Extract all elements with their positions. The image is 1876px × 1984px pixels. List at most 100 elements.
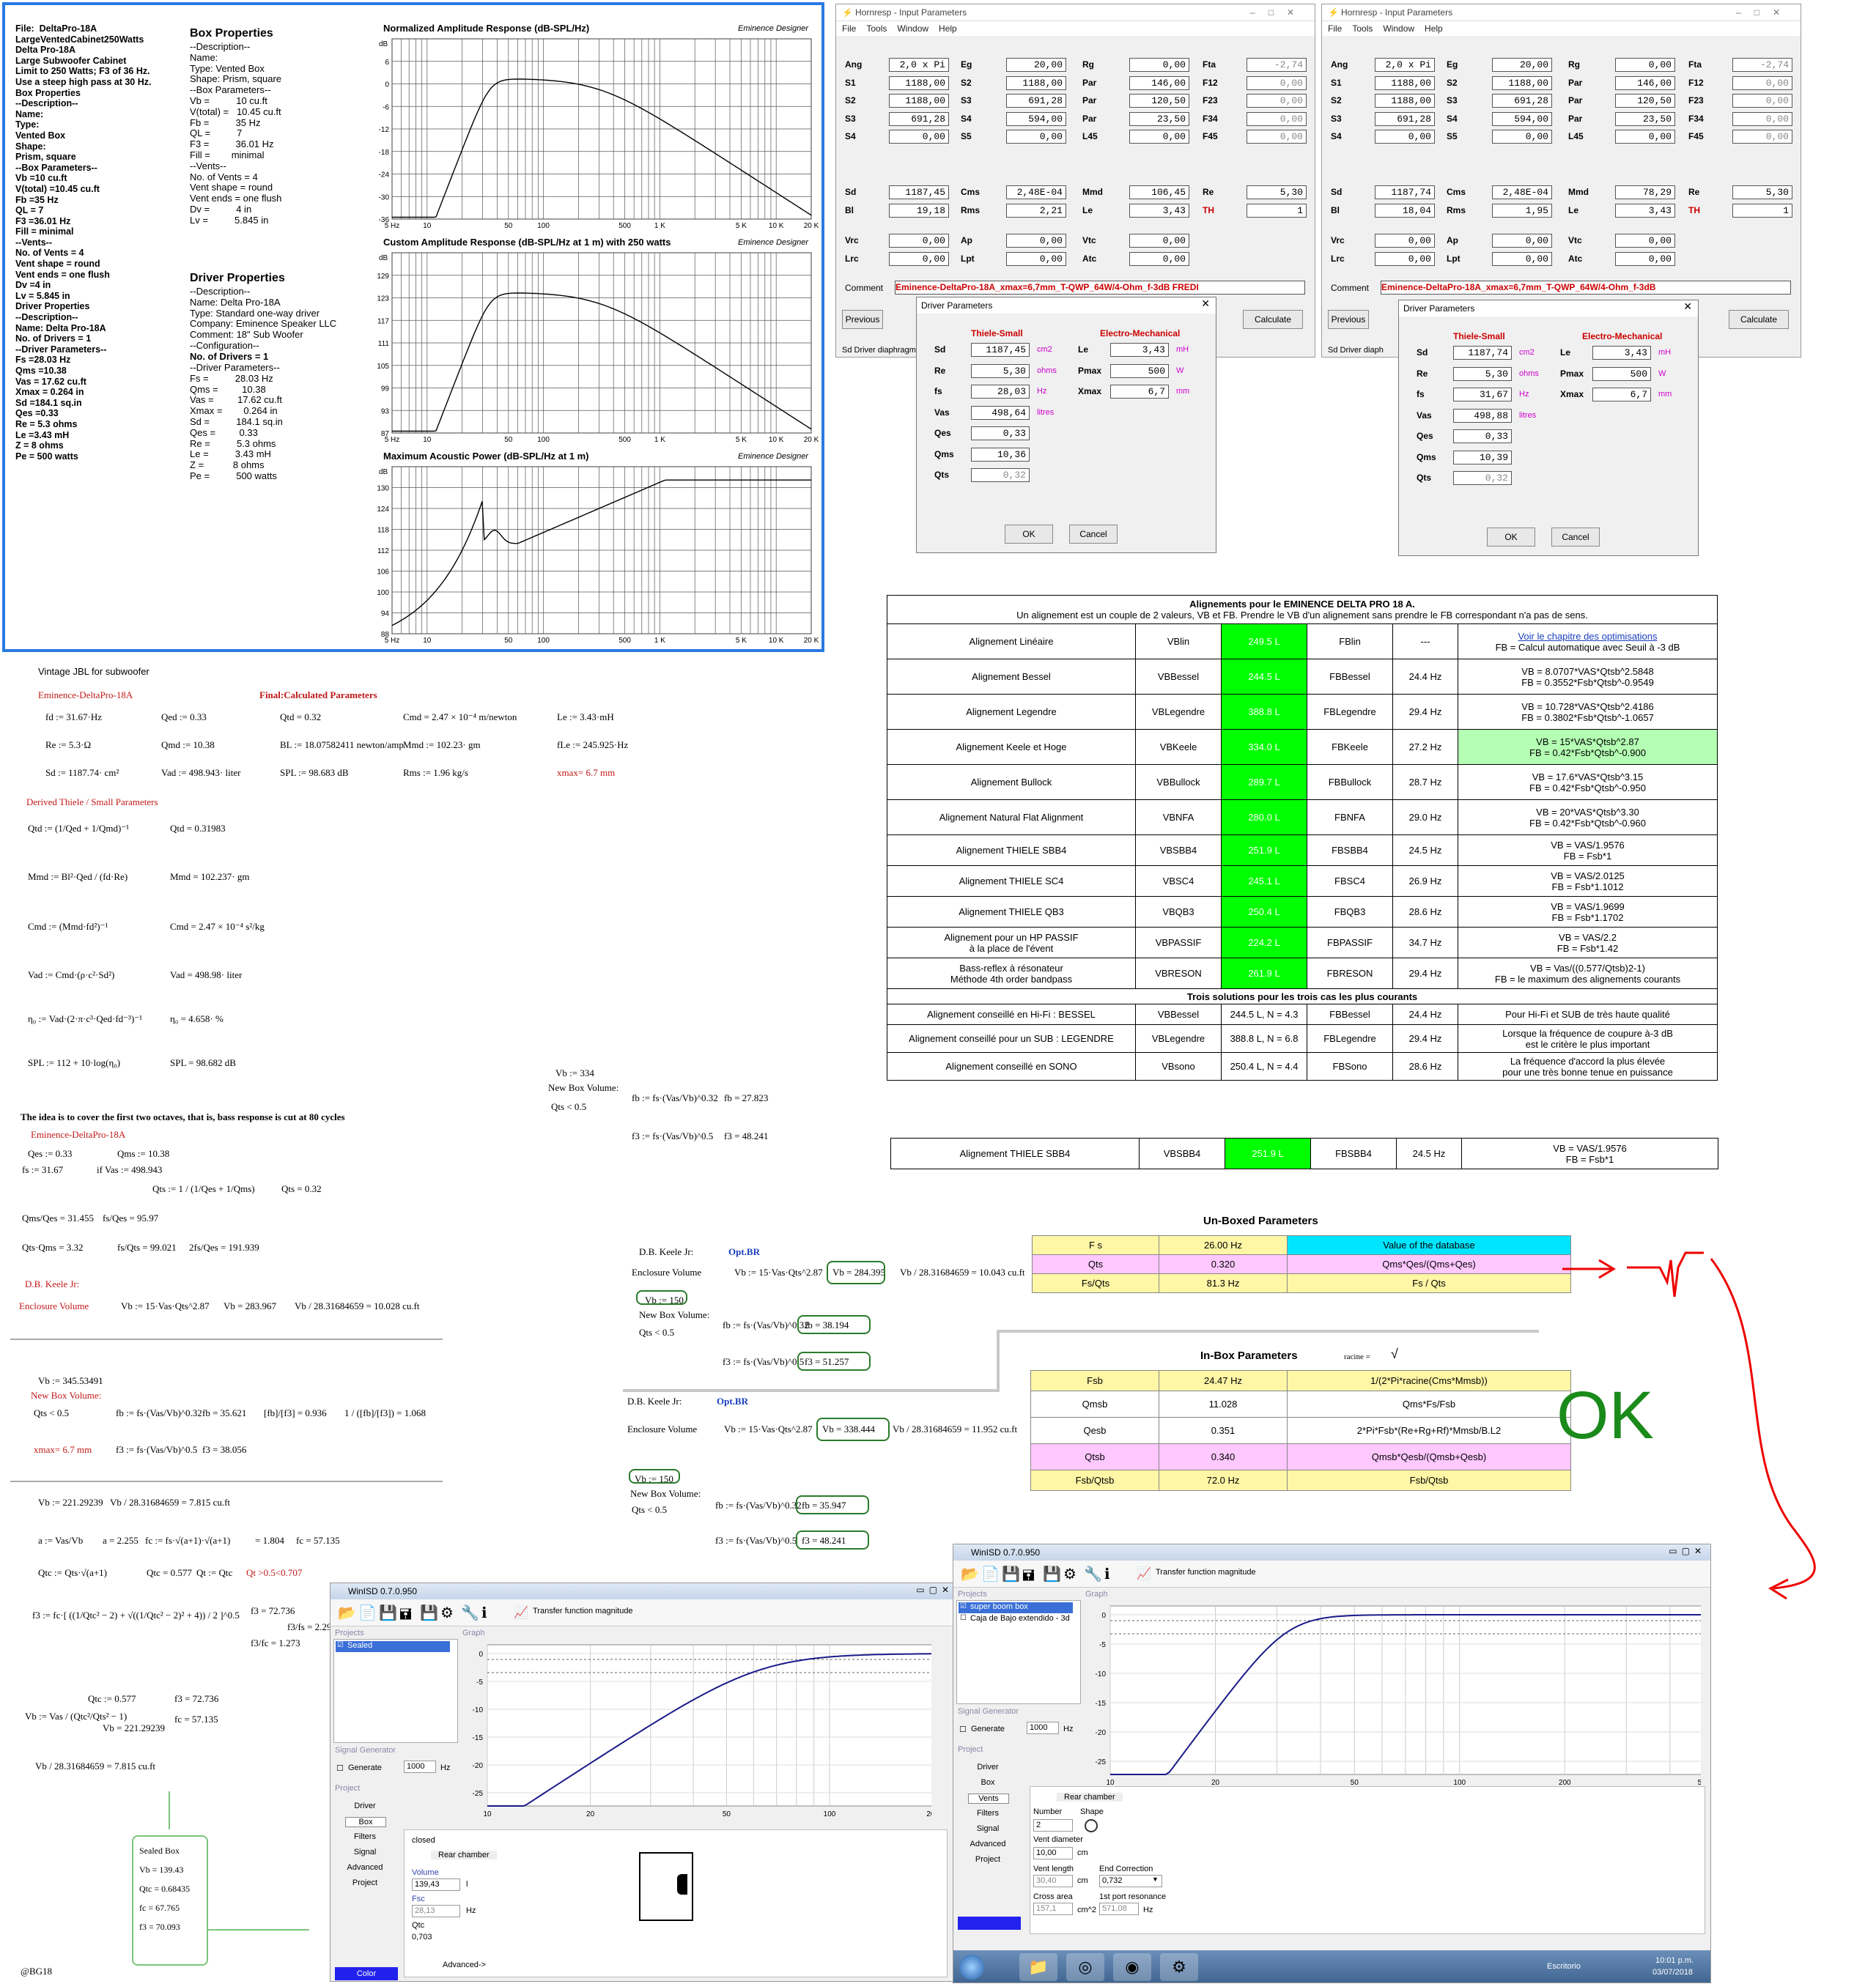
open-icon[interactable]: 📂 bbox=[961, 1565, 979, 1583]
checkbox-icon[interactable]: ☐ bbox=[959, 1725, 967, 1734]
project-item[interactable]: ☐ Caja de Bajo extendido - 3d bbox=[959, 1614, 1070, 1625]
dlg-param-field[interactable]: 0,33 bbox=[1453, 429, 1512, 443]
close-icon[interactable]: ✕ bbox=[1683, 300, 1692, 313]
dlg-param-field[interactable]: 500 bbox=[1110, 363, 1169, 378]
param-field[interactable]: 2,0 x Pi bbox=[889, 58, 949, 72]
menu-item[interactable]: Help bbox=[939, 23, 957, 34]
dlg-param-field[interactable]: 1187,45 bbox=[971, 343, 1030, 357]
checkbox-icon[interactable]: ☑ bbox=[960, 1602, 967, 1610]
vent-length-input[interactable]: 30,40 bbox=[1033, 1875, 1073, 1887]
dlg-param-field[interactable]: 10,39 bbox=[1453, 450, 1512, 464]
param-field[interactable]: 691,28 bbox=[1375, 111, 1435, 126]
nav-tab[interactable]: Project bbox=[968, 1855, 1008, 1864]
cancel-button[interactable]: Cancel bbox=[1069, 525, 1118, 544]
param-field[interactable]: -2,74 bbox=[1247, 58, 1307, 72]
rear-chamber-tab[interactable]: Rear chamber bbox=[1057, 1793, 1123, 1802]
window-controls-icon[interactable]: ▭▢✕ bbox=[916, 1585, 953, 1595]
param-field[interactable]: 2,0 x Pi bbox=[1375, 58, 1435, 72]
dlg-param-field[interactable]: 5,30 bbox=[971, 363, 1030, 378]
param-field[interactable]: 0,00 bbox=[1615, 234, 1675, 248]
dlg-param-field[interactable]: 6,7 bbox=[1110, 385, 1169, 399]
param-field[interactable]: 0,00 bbox=[1006, 251, 1066, 266]
nav-tab[interactable]: Box bbox=[968, 1778, 1008, 1787]
color-button[interactable]: Color bbox=[335, 1967, 398, 1980]
param-field[interactable]: 691,28 bbox=[889, 111, 949, 126]
nav-tab[interactable]: Filters bbox=[968, 1809, 1008, 1818]
round-shape-icon[interactable] bbox=[1085, 1819, 1098, 1832]
project-item[interactable]: ☑ Sealed bbox=[336, 1641, 450, 1652]
param-field[interactable]: 5,30 bbox=[1732, 185, 1792, 199]
start-button[interactable] bbox=[959, 1955, 984, 1980]
new-icon[interactable]: 📄 bbox=[358, 1604, 377, 1622]
param-field[interactable]: 0,00 bbox=[889, 130, 949, 144]
param-field[interactable]: 1188,00 bbox=[1375, 94, 1435, 108]
checkbox-icon[interactable]: ☑ bbox=[337, 1641, 344, 1649]
param-field[interactable]: 0,00 bbox=[1615, 251, 1675, 266]
dlg-param-field[interactable]: 498,64 bbox=[971, 405, 1030, 420]
dlg-param-field[interactable]: 10,36 bbox=[971, 447, 1030, 462]
param-field[interactable]: 2,48E-04 bbox=[1006, 185, 1066, 199]
save-all-icon[interactable]: 🖬 bbox=[399, 1604, 412, 1629]
graph-icon[interactable]: 📈 bbox=[1137, 1566, 1151, 1581]
param-field[interactable]: 120,50 bbox=[1129, 94, 1189, 108]
param-field[interactable]: 1188,00 bbox=[889, 75, 949, 90]
param-field[interactable]: 0,00 bbox=[1492, 251, 1552, 266]
param-field[interactable]: 0,00 bbox=[1006, 234, 1066, 248]
param-field[interactable]: 2,21 bbox=[1006, 203, 1066, 218]
param-field[interactable]: 1187,45 bbox=[889, 185, 949, 199]
param-field[interactable]: 1187,74 bbox=[1375, 185, 1435, 199]
param-field[interactable]: 594,00 bbox=[1006, 111, 1066, 126]
frequency-input[interactable]: 1000 bbox=[404, 1761, 436, 1773]
param-field[interactable]: 146,00 bbox=[1129, 75, 1189, 90]
param-field[interactable]: 594,00 bbox=[1492, 111, 1552, 126]
rear-chamber-tab[interactable]: Rear chamber bbox=[431, 1851, 497, 1859]
comment-field[interactable]: Eminence-DeltaPro-18A_xmax=6,7mm_T-QWP_6… bbox=[895, 281, 1305, 295]
info-icon[interactable]: ℹ bbox=[481, 1604, 487, 1622]
param-field[interactable]: 1 bbox=[1247, 203, 1307, 218]
advanced-button[interactable]: Advanced-> bbox=[443, 1961, 486, 1969]
param-field[interactable]: 20,00 bbox=[1492, 58, 1552, 72]
menu-item[interactable]: Window bbox=[897, 23, 928, 34]
param-field[interactable]: 0,00 bbox=[889, 234, 949, 248]
wrench-icon[interactable]: 🔧 bbox=[461, 1604, 479, 1622]
param-field[interactable]: 106,45 bbox=[1129, 185, 1189, 199]
param-field[interactable]: 0,00 bbox=[1247, 75, 1307, 90]
dlg-param-field[interactable]: 5,30 bbox=[1453, 366, 1512, 381]
param-field[interactable]: 5,30 bbox=[1247, 185, 1307, 199]
checkbox-icon[interactable]: ☐ bbox=[336, 1763, 344, 1773]
cancel-button[interactable]: Cancel bbox=[1551, 528, 1600, 547]
window-controls-icon[interactable]: –□✕ bbox=[1736, 4, 1793, 21]
chrome-icon[interactable]: ◎ bbox=[1066, 1953, 1104, 1981]
folder-icon[interactable]: 📁 bbox=[1019, 1953, 1057, 1981]
window-controls-icon[interactable]: –□✕ bbox=[1250, 4, 1307, 21]
param-field[interactable]: 0,00 bbox=[1129, 130, 1189, 144]
info-icon[interactable]: ℹ bbox=[1104, 1565, 1110, 1583]
nav-tab[interactable]: Advanced bbox=[345, 1863, 385, 1872]
fsc-input[interactable]: 28,13 bbox=[412, 1905, 460, 1917]
dlg-param-field[interactable]: 498,88 bbox=[1453, 408, 1512, 423]
nav-tab[interactable]: Project bbox=[345, 1878, 385, 1887]
nav-tab[interactable]: Advanced bbox=[968, 1840, 1008, 1848]
param-field[interactable]: 0,00 bbox=[1129, 251, 1189, 266]
ok-button[interactable]: OK bbox=[1005, 525, 1053, 544]
project-item[interactable]: ☑ super boom box bbox=[959, 1602, 1073, 1613]
graph-type-selector[interactable]: Transfer function magnitude bbox=[533, 1607, 633, 1615]
param-field[interactable]: 1 bbox=[1732, 203, 1792, 218]
color-button[interactable] bbox=[958, 1917, 1021, 1930]
menu-item[interactable]: Tools bbox=[866, 23, 887, 34]
nav-tab[interactable]: Box bbox=[345, 1817, 386, 1827]
param-field[interactable]: 0,00 bbox=[1732, 75, 1792, 90]
param-field[interactable]: 0,00 bbox=[1615, 58, 1675, 72]
speaker-icon[interactable]: ⚙ bbox=[440, 1604, 454, 1622]
nav-tab[interactable]: Vents bbox=[968, 1794, 1009, 1804]
param-field[interactable]: 2,48E-04 bbox=[1492, 185, 1552, 199]
param-field[interactable]: 20,00 bbox=[1006, 58, 1066, 72]
param-field[interactable]: -2,74 bbox=[1732, 58, 1792, 72]
param-field[interactable]: 3,43 bbox=[1129, 203, 1189, 218]
vent-number-input[interactable]: 2 bbox=[1033, 1819, 1073, 1832]
dlg-param-field[interactable]: 0,33 bbox=[971, 426, 1030, 440]
checkbox-icon[interactable]: ☐ bbox=[960, 1614, 967, 1622]
dlg-param-field[interactable]: 3,43 bbox=[1592, 346, 1651, 360]
param-field[interactable]: 0,00 bbox=[1006, 130, 1066, 144]
dlg-param-field[interactable]: 31,67 bbox=[1453, 388, 1512, 401]
